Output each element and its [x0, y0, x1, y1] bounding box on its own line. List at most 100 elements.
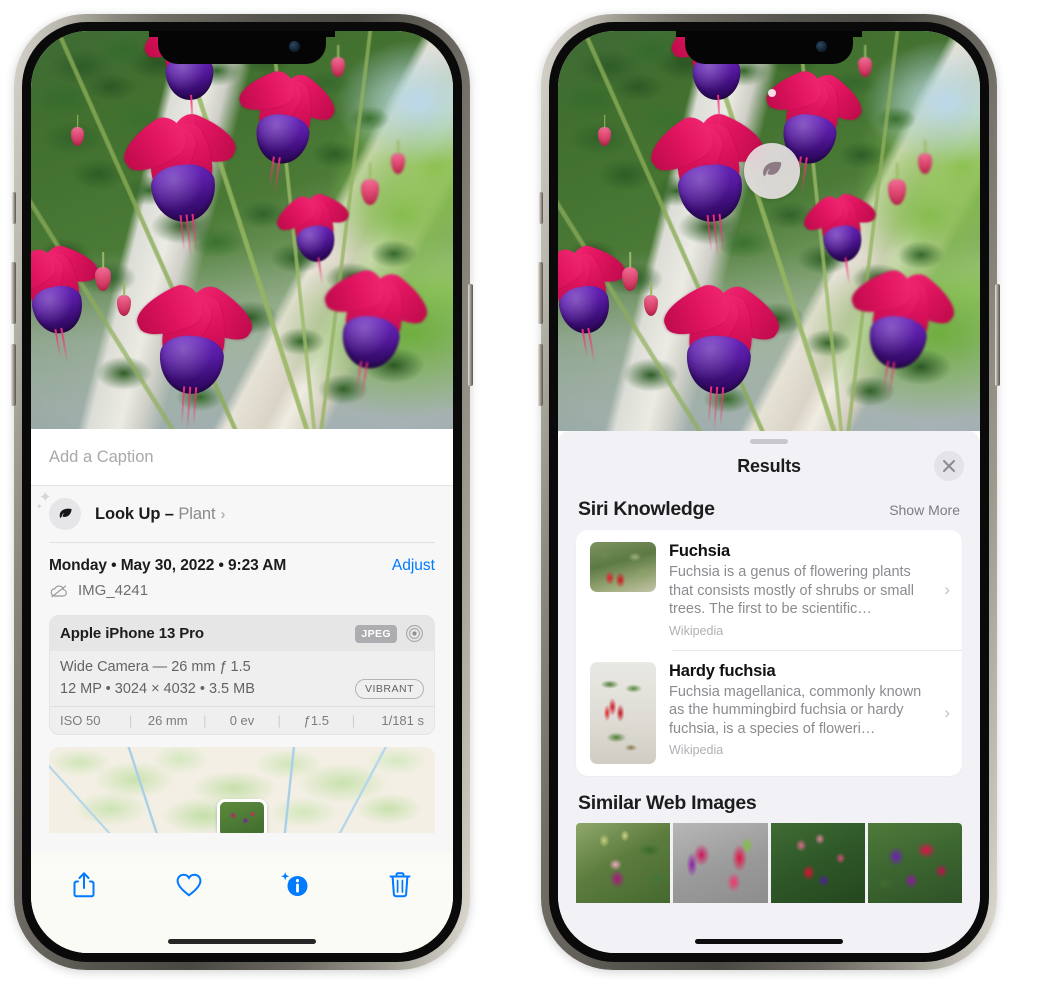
similar-web-images-header: Similar Web Images — [558, 776, 980, 821]
chevron-right-icon: › — [944, 702, 950, 722]
look-up-row[interactable]: ✦ ✦ Look Up – Plant › — [31, 486, 453, 542]
filename-row: IMG_4241 — [49, 582, 435, 599]
knowledge-thumbnail — [590, 661, 656, 764]
chevron-right-icon: › — [220, 505, 226, 523]
flower-blossom — [558, 242, 630, 364]
stat-separator: | — [351, 713, 356, 728]
screenshot-root: ✦ ✦ Look Up – Plant› Mon — [0, 0, 1055, 985]
exif-stats-row: ISO 50 | 26 mm | 0 ev | ƒ1.5 | 1/181 s — [50, 706, 434, 734]
look-up-label: Look Up – Plant › — [95, 505, 225, 524]
knowledge-title: Hardy fuchsia — [669, 661, 776, 680]
location-map[interactable] — [49, 747, 435, 833]
stat-separator: | — [128, 713, 133, 728]
volume-up-button[interactable] — [538, 262, 543, 324]
exif-stat-aperture: ƒ1.5 — [303, 713, 329, 728]
flower-blossom — [846, 266, 962, 402]
volume-up-button[interactable] — [11, 262, 16, 324]
power-button[interactable] — [468, 284, 473, 386]
exif-card[interactable]: Apple iPhone 13 Pro JPEG Wide Camera — 2… — [49, 615, 435, 735]
siri-knowledge-header: Siri Knowledge Show More — [558, 488, 980, 530]
photo-toolbar — [31, 853, 453, 953]
front-camera-icon — [289, 41, 300, 52]
icloud-slash-icon — [50, 584, 67, 597]
aperture-icon — [406, 625, 423, 642]
home-indicator[interactable] — [695, 939, 843, 944]
filename-text: IMG_4241 — [78, 582, 149, 599]
info-sparkle-icon — [280, 872, 308, 896]
siri-knowledge-title: Siri Knowledge — [578, 498, 715, 520]
sparkle-icon: ✦ — [39, 489, 52, 506]
exif-stat-ev: 0 ev — [229, 713, 255, 728]
web-image-thumbnail[interactable] — [770, 822, 865, 903]
phone-left-screen: ✦ ✦ Look Up – Plant› Mon — [31, 31, 453, 953]
knowledge-description: Fuchsia is a genus of flowering plants t… — [669, 564, 914, 617]
adjust-button[interactable]: Adjust — [392, 557, 435, 575]
favorite-button[interactable] — [161, 867, 217, 903]
leaf-icon: ✦ ✦ — [36, 490, 81, 530]
exif-header: Apple iPhone 13 Pro JPEG — [50, 616, 434, 651]
knowledge-row[interactable]: Hardy fuchsia Fuchsia magellanica, commo… — [576, 649, 962, 776]
info-button[interactable] — [267, 867, 323, 903]
show-more-button[interactable]: Show More — [889, 502, 960, 518]
close-button[interactable] — [934, 451, 964, 481]
results-header: Results — [558, 444, 980, 488]
web-image-thumbnail[interactable] — [867, 822, 962, 903]
phone-left-bezel: ✦ ✦ Look Up – Plant› Mon — [22, 22, 462, 962]
knowledge-row[interactable]: Fuchsia Fuchsia is a genus of flowering … — [576, 530, 962, 650]
home-indicator[interactable] — [168, 939, 316, 944]
volume-down-button[interactable] — [538, 344, 543, 406]
caption-input[interactable] — [49, 447, 435, 467]
exif-stat-iso: ISO 50 — [60, 713, 101, 728]
share-button[interactable] — [56, 867, 112, 903]
resolution-info: 12 MP • 3024 × 4032 • 3.5 MB — [60, 681, 255, 697]
look-up-prefix: Look Up – — [95, 504, 179, 523]
camera-device-name: Apple iPhone 13 Pro — [60, 625, 204, 642]
knowledge-thumbnail — [590, 542, 656, 592]
photo-viewer-left[interactable] — [31, 31, 453, 429]
exif-stat-focal: 26 mm — [147, 713, 188, 728]
knowledge-source: Wikipedia — [669, 743, 724, 757]
delete-button[interactable] — [372, 867, 428, 903]
flower-blossom — [798, 190, 879, 286]
look-up-subject: Plant — [178, 504, 216, 523]
volume-down-button[interactable] — [11, 344, 16, 406]
web-image-thumbnail[interactable] — [673, 822, 768, 903]
flower-blossom — [234, 67, 343, 195]
photo-metadata: Monday • May 30, 2022 • 9:23 AM Adjust I… — [31, 543, 453, 607]
share-icon — [73, 872, 95, 898]
flower-blossom — [31, 242, 103, 364]
results-title: Results — [737, 455, 801, 476]
stat-separator: | — [277, 713, 281, 728]
trash-icon — [389, 872, 411, 898]
stat-separator: | — [203, 713, 207, 728]
sparkle-icon-small: ✦ — [36, 502, 43, 511]
notch — [158, 31, 326, 64]
visual-look-up-badge-tail — [768, 89, 776, 97]
exif-body: Wide Camera — 26 mm ƒ 1.5 12 MP • 3024 ×… — [50, 651, 434, 706]
notch — [685, 31, 853, 64]
leaf-icon — [763, 161, 782, 177]
photo-viewer-right[interactable] — [558, 31, 980, 431]
visual-look-up-badge[interactable] — [744, 143, 800, 199]
siri-knowledge-card: Fuchsia Fuchsia is a genus of flowering … — [576, 530, 962, 776]
flower-blossom — [319, 266, 435, 402]
web-image-thumbnail[interactable] — [576, 822, 671, 903]
knowledge-source: Wikipedia — [669, 623, 724, 638]
mute-switch[interactable] — [539, 192, 543, 224]
similar-web-images-strip[interactable] — [558, 822, 980, 903]
phone-right-bezel: Results Siri Knowledge Show More Fuchsia… — [549, 22, 989, 962]
heart-icon — [176, 873, 202, 897]
results-sheet: Results Siri Knowledge Show More Fuchsia… — [558, 431, 980, 953]
front-camera-icon — [816, 41, 827, 52]
mute-switch[interactable] — [12, 192, 16, 224]
flower-blossom — [657, 279, 788, 431]
phone-left: ✦ ✦ Look Up – Plant› Mon — [11, 14, 473, 970]
phone-right-screen: Results Siri Knowledge Show More Fuchsia… — [558, 31, 980, 953]
caption-row[interactable] — [31, 429, 453, 486]
photographic-style-badge: VIBRANT — [354, 679, 424, 699]
format-badge: JPEG — [355, 624, 397, 643]
flower-blossom — [130, 279, 261, 429]
chevron-right-icon: › — [944, 579, 950, 599]
map-photo-pin[interactable] — [217, 799, 267, 833]
power-button[interactable] — [995, 284, 1000, 386]
